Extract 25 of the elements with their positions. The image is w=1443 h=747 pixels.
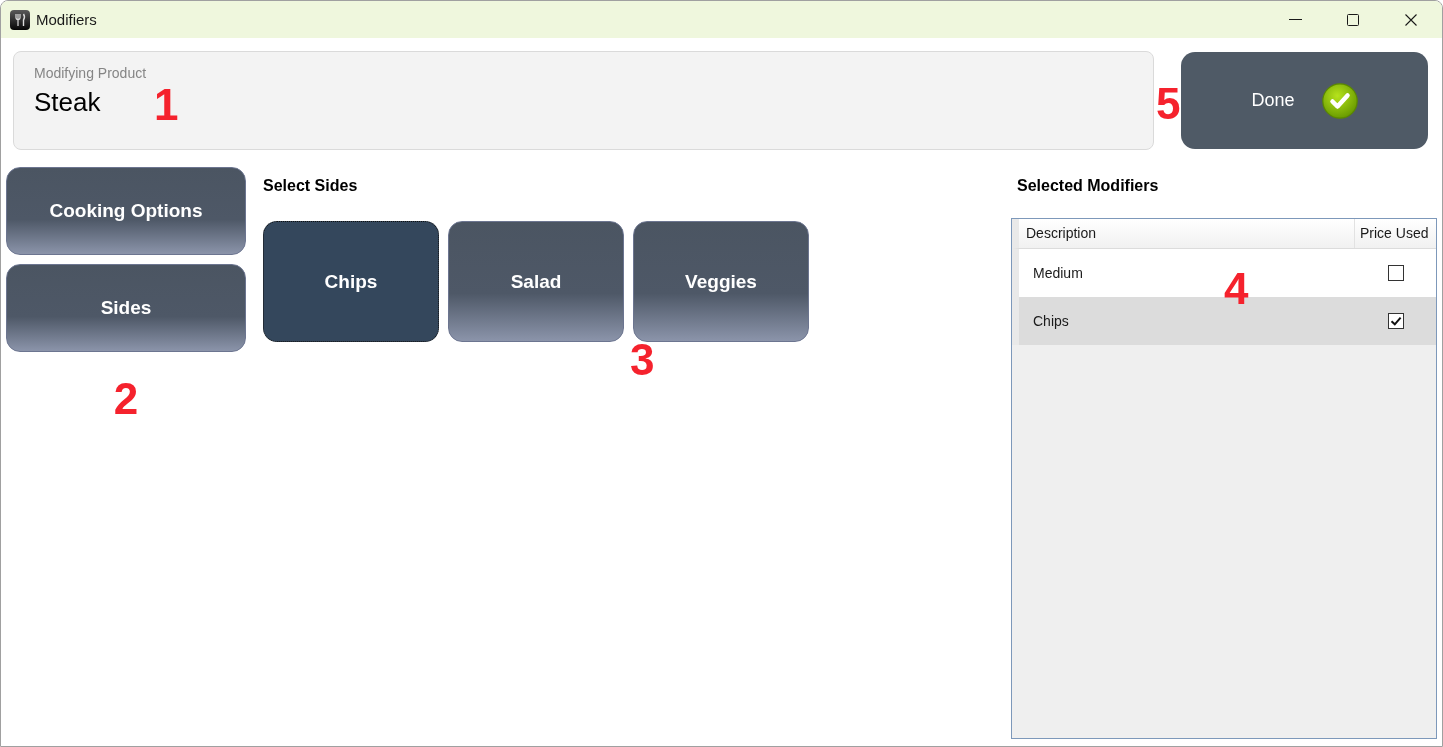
callout-number: 2 bbox=[113, 377, 139, 421]
category-button[interactable]: Cooking Options bbox=[6, 167, 246, 255]
section-title: Selected Modifiers bbox=[1017, 177, 1159, 195]
table-cell-text: Medium bbox=[1032, 264, 1084, 282]
option-button[interactable]: Chips bbox=[263, 221, 439, 342]
option-button[interactable]: Veggies bbox=[633, 221, 809, 342]
done-button[interactable]: Done bbox=[1181, 52, 1428, 149]
product-label: Modifying Product bbox=[34, 65, 147, 81]
section-title: Select Sides bbox=[263, 177, 358, 195]
minimize-icon bbox=[1288, 19, 1302, 20]
check-icon bbox=[1321, 82, 1358, 119]
checkbox[interactable] bbox=[1387, 265, 1404, 281]
callout-number: 5 bbox=[1156, 82, 1181, 126]
window-title: Modifiers bbox=[36, 10, 97, 29]
maximize-icon bbox=[1347, 13, 1359, 26]
category-button[interactable]: Sides bbox=[6, 264, 246, 352]
table-cell-text: Chips bbox=[1032, 312, 1070, 330]
column-header[interactable]: Description bbox=[1019, 219, 1355, 248]
close-icon bbox=[1405, 13, 1417, 26]
product-name: Steak bbox=[34, 87, 101, 117]
option-button[interactable]: Salad bbox=[448, 221, 624, 342]
utensils-icon bbox=[10, 9, 30, 30]
checkbox[interactable] bbox=[1387, 313, 1404, 329]
callout-number: 1 bbox=[154, 83, 179, 127]
column-header[interactable]: Price Used bbox=[1355, 219, 1436, 248]
